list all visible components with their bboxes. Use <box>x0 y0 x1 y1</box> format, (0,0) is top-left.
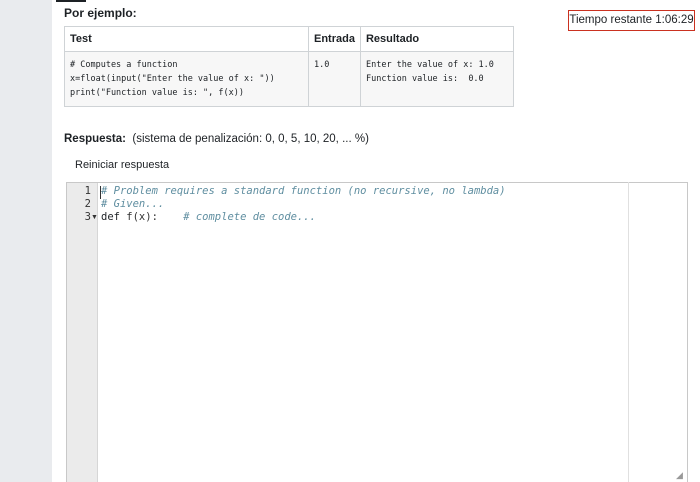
function-signature: f(x): <box>119 211 158 223</box>
example-table: Test Entrada Resultado # Computes a func… <box>64 26 514 107</box>
example-title: Por ejemplo: <box>64 6 137 20</box>
answer-title: Respuesta: <box>64 133 126 145</box>
line-number: 2 <box>84 198 91 210</box>
table-row: # Computes a function x=float(input("Ent… <box>64 51 514 107</box>
editor-gutter: 1 2 3 ▼ <box>67 183 98 482</box>
time-remaining-badge: Tiempo restante 1:06:29 <box>568 10 695 31</box>
left-sidebar-gutter <box>0 0 52 482</box>
line-number: 3 <box>84 211 91 223</box>
editor-print-margin <box>628 182 629 482</box>
code-line[interactable]: # Given... <box>101 198 164 210</box>
reset-answer-button[interactable]: Reiniciar respuesta <box>75 159 169 171</box>
answer-label: Respuesta: (sistema de penalización: 0, … <box>64 133 369 145</box>
cell-entrada: 1.0 <box>308 51 361 107</box>
keyword-def: def <box>101 211 120 223</box>
column-header-entrada: Entrada <box>308 26 361 52</box>
inline-comment: # complete de code... <box>183 211 316 223</box>
code-line[interactable]: def f(x): # complete de code... <box>101 211 316 223</box>
code-line[interactable]: # Problem requires a standard function (… <box>101 185 506 197</box>
column-header-resultado: Resultado <box>359 26 514 52</box>
line-number: 1 <box>84 185 91 197</box>
code-editor[interactable]: 1 2 3 ▼ # Problem requires a standard fu… <box>66 182 688 482</box>
divider <box>56 0 86 2</box>
cell-test: # Computes a function x=float(input("Ent… <box>64 51 309 107</box>
resize-handle-icon[interactable]: ◢ <box>676 470 683 481</box>
cell-resultado: Enter the value of x: 1.0 Function value… <box>359 51 514 107</box>
fold-arrow-icon[interactable]: ▼ <box>91 214 98 221</box>
column-header-test: Test <box>64 26 309 52</box>
penalty-info: (sistema de penalización: 0, 0, 5, 10, 2… <box>132 133 369 145</box>
